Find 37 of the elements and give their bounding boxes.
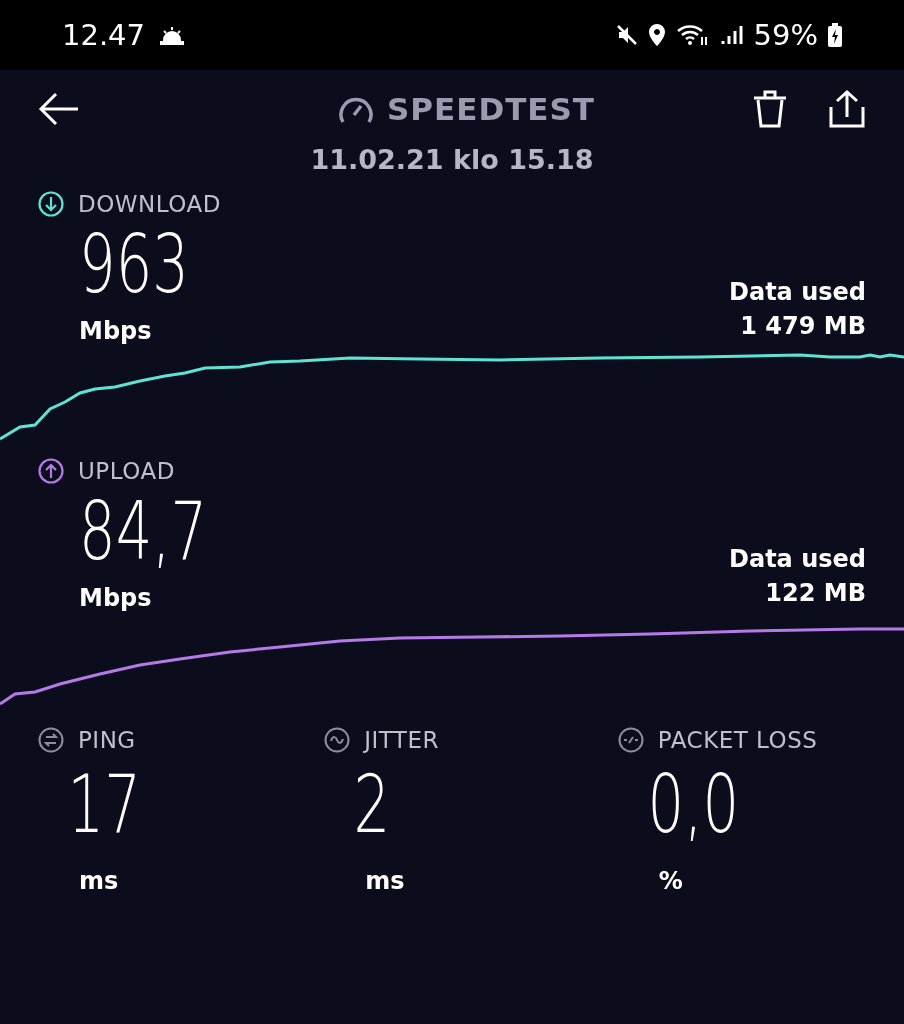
result-value: 963 [79,217,189,313]
test-date: 11.02.21 klo 15.18 [309,144,595,175]
metric-label: JITTER [364,727,439,753]
signal-icon [719,24,744,46]
battery-percent: 59% [753,18,818,52]
metric-value: 17 [66,757,142,853]
metric-unit: % [657,867,684,895]
metric-label: PING [78,727,136,753]
wifi-icon [675,23,710,47]
weather-icon [159,25,186,45]
result-label: DOWNLOAD [78,191,221,217]
delete-icon[interactable] [752,90,788,128]
result-direction-icon [38,458,64,484]
back-arrow-icon[interactable] [38,92,80,126]
data-used-label: Data used [729,544,866,575]
location-icon [647,23,666,47]
data-used-value: 1 479 MB [739,311,866,342]
metric-label: PACKET LOSS [657,727,818,753]
metric-value: 2 [352,757,392,853]
mute-icon [615,24,638,46]
result-label: UPLOAD [78,458,175,484]
data-used-label: Data used [729,277,866,308]
app-title: SPEEDTEST [387,91,595,127]
result-unit: Mbps [79,317,153,345]
result-direction-icon [38,191,64,217]
status-time: 12.47 [62,18,146,52]
metric-icon [617,727,644,753]
share-icon[interactable] [828,89,866,129]
metric-unit: ms [78,867,120,895]
battery-icon [828,23,842,47]
result-unit: Mbps [79,584,153,612]
metric-icon [324,727,351,753]
metric-unit: ms [364,867,406,895]
result-value: 84,7 [79,484,208,580]
data-used-value: 122 MB [764,578,866,609]
metric-icon [38,727,64,753]
metric-value: 0,0 [646,757,740,853]
